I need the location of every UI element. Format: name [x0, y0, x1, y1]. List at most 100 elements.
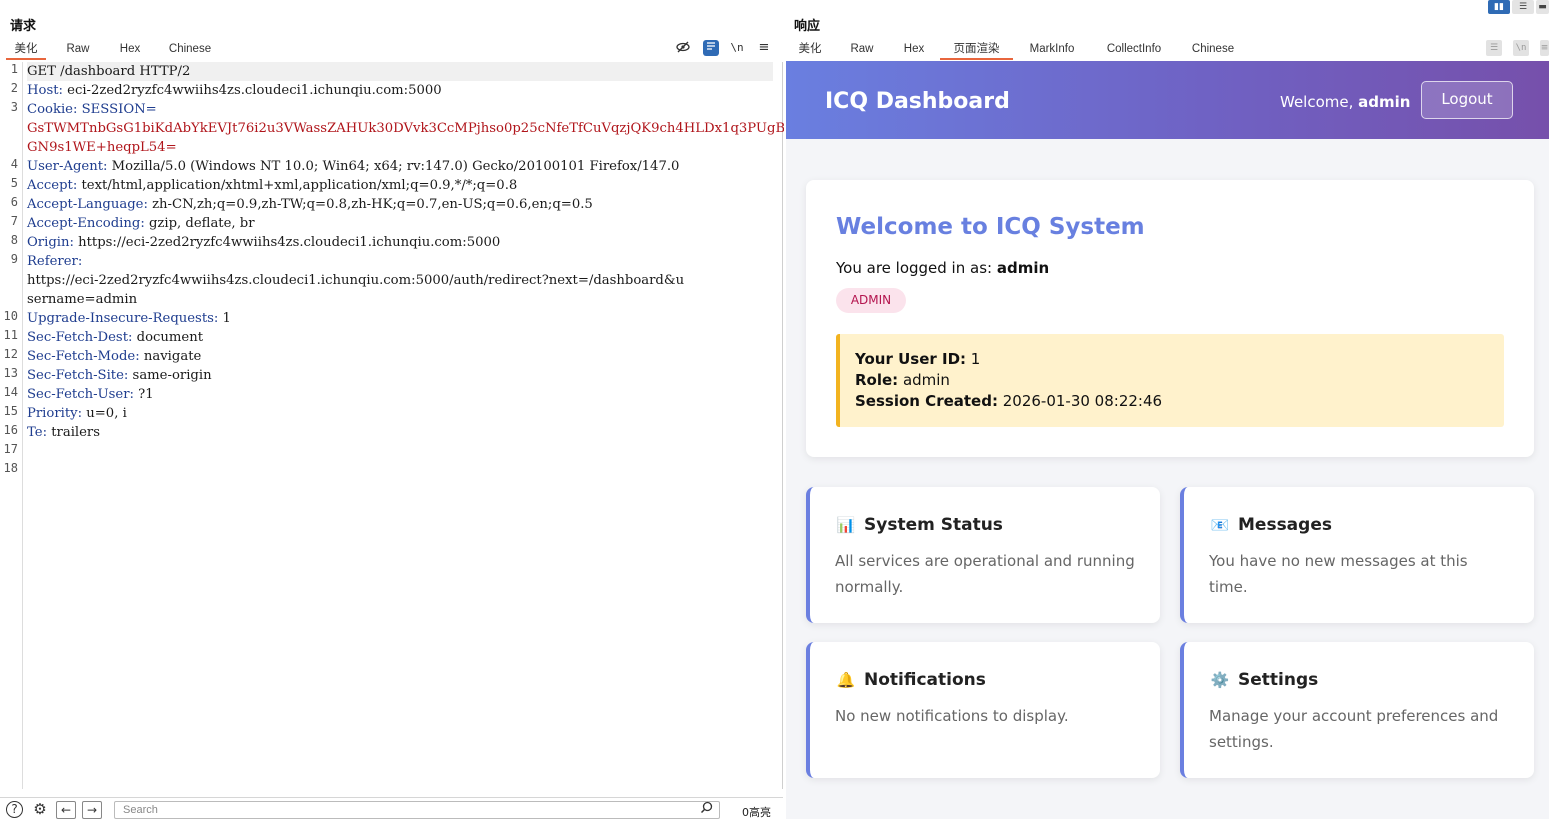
newline-icon[interactable]: \n	[1513, 40, 1529, 56]
gear-icon: ⚙️	[1210, 671, 1230, 689]
newline-icon[interactable]: \n	[729, 40, 745, 56]
header-value: u=0, i	[82, 406, 127, 421]
code-line[interactable]: sername=admin	[27, 290, 137, 309]
code-line[interactable]: Te: trailers	[27, 423, 100, 442]
line-number: 17	[3, 442, 18, 456]
header-value: document	[132, 330, 203, 345]
code-line[interactable]: https://eci-2zed2ryzfc4wwiihs4zs.cloudec…	[27, 271, 684, 290]
logout-button[interactable]: Logout	[1421, 81, 1513, 119]
search-icon[interactable]	[700, 801, 713, 817]
code-line[interactable]: GsTWMTnbGsG1biKdAbYkEVJt76i2u3VWassZAHUk…	[27, 119, 822, 138]
card-title: System Status	[864, 515, 1003, 535]
code-line[interactable]: User-Agent: Mozilla/5.0 (Windows NT 10.0…	[27, 157, 679, 176]
code-line[interactable]: Sec-Fetch-Site: same-origin	[27, 366, 212, 385]
code-line[interactable]: Accept: text/html,application/xhtml+xml,…	[27, 176, 517, 195]
header-value: Mozilla/5.0 (Windows NT 10.0; Win64; x64…	[107, 159, 680, 174]
split-vertical-icon[interactable]: ☰	[1512, 0, 1534, 14]
line-number: 13	[3, 366, 18, 380]
line-number: 5	[10, 176, 18, 190]
line-number: 11	[3, 328, 18, 342]
card-notifications: 🔔 Notifications No new notifications to …	[806, 642, 1160, 778]
header-value: zh-CN,zh;q=0.9,zh-TW;q=0.8,zh-HK;q=0.7,e…	[147, 197, 593, 212]
code-line[interactable]: Sec-Fetch-Mode: navigate	[27, 347, 201, 366]
code-line[interactable]: Cookie: SESSION=	[27, 100, 157, 119]
menu-icon[interactable]: ≡	[1540, 40, 1549, 56]
tab-chinese[interactable]: Chinese	[1186, 38, 1240, 60]
rendered-page: ICQ Dashboard Welcome, admin Logout Welc…	[786, 61, 1549, 819]
role-badge: ADMIN	[836, 288, 906, 313]
header-value: text/html,application/xhtml+xml,applicat…	[77, 178, 518, 193]
tab-chinese[interactable]: Chinese	[164, 38, 216, 60]
welcome-text: Welcome, admin	[1280, 93, 1410, 111]
settings-icon[interactable]: ⚙	[30, 801, 50, 819]
dashboard-brand: ICQ Dashboard	[825, 89, 1010, 114]
code-line[interactable]: Accept-Encoding: gzip, deflate, br	[27, 214, 255, 233]
header-value: SESSION=	[77, 102, 157, 117]
user-id-value: 1	[966, 350, 981, 368]
header-key: GET /dashboard HTTP/2	[27, 64, 191, 79]
tab-beautify[interactable]: 美化	[6, 38, 46, 60]
line-number: 10	[3, 309, 18, 323]
code-line[interactable]: GN9s1WE+heqpL54=	[27, 138, 177, 157]
code-line[interactable]: Priority: u=0, i	[27, 404, 127, 423]
header-key: Origin:	[27, 235, 74, 250]
tab-raw[interactable]: Raw	[60, 38, 96, 60]
eye-off-icon[interactable]	[675, 40, 691, 56]
back-arrow-icon[interactable]: ←	[56, 801, 76, 819]
line-number: 3	[10, 100, 18, 114]
line-number-gutter: 1 2 3 4 5 6 7 8 9 10 11 12 13 14 15 16 17 18	[0, 62, 23, 789]
code-line[interactable]: Accept-Language: zh-CN,zh;q=0.9,zh-TW;q=…	[27, 195, 593, 214]
header-key: Sec-Fetch-Dest:	[27, 330, 133, 345]
request-title: 请求	[10, 19, 37, 34]
header-key: Sec-Fetch-Mode:	[27, 349, 140, 364]
request-editor[interactable]: 1 2 3 4 5 6 7 8 9 10 11 12 13 14 15 16 17 18 GET /dashboa…	[0, 62, 822, 789]
header-key: Host:	[27, 83, 63, 98]
tab-hex[interactable]: Hex	[896, 38, 932, 60]
tab-collectinfo[interactable]: CollectInfo	[1098, 38, 1170, 60]
header-key: Cookie:	[27, 102, 78, 117]
header-value: sername=admin	[27, 292, 138, 307]
menu-icon[interactable]: ≡	[756, 40, 772, 56]
session-line: Session Created: 2026-01-30 08:22:46	[855, 392, 1162, 410]
session-value: 2026-01-30 08:22:46	[997, 392, 1163, 410]
line-number: 1	[10, 62, 18, 76]
request-tab-bar: 美化 Raw Hex Chinese \n ≡	[0, 38, 783, 60]
split-horizontal-icon[interactable]: ▮▮	[1488, 0, 1510, 14]
line-number: 4	[10, 157, 18, 171]
code-line[interactable]: Upgrade-Insecure-Requests: 1	[27, 309, 231, 328]
wrap-icon[interactable]: ☰	[1486, 40, 1502, 56]
search-input[interactable]: Search	[114, 801, 720, 819]
wrap-icon[interactable]	[703, 40, 719, 56]
code-line[interactable]: Origin: https://eci-2zed2ryzfc4wwiihs4zs…	[27, 233, 500, 252]
user-id-line: Your User ID: 1	[855, 350, 980, 368]
bell-icon: 🔔	[836, 671, 856, 689]
help-icon[interactable]: ?	[6, 801, 23, 818]
code-line[interactable]: Host: eci-2zed2ryzfc4wwiihs4zs.cloudeci1…	[27, 81, 442, 100]
tab-hex[interactable]: Hex	[112, 38, 148, 60]
tab-raw[interactable]: Raw	[844, 38, 880, 60]
line-number: 7	[10, 214, 18, 228]
header-key: Te:	[27, 425, 48, 440]
header-key: Upgrade-Insecure-Requests:	[27, 311, 219, 326]
card-system-status: 📊 System Status All services are operati…	[806, 487, 1160, 623]
code-line[interactable]: Referer:	[27, 252, 82, 271]
code-line[interactable]: Sec-Fetch-Dest: document	[27, 328, 203, 347]
header-key: Sec-Fetch-User:	[27, 387, 134, 402]
code-line[interactable]: GET /dashboard HTTP/2	[27, 62, 773, 81]
tab-markinfo[interactable]: MarkInfo	[1022, 38, 1082, 60]
role-label: Role:	[855, 371, 899, 389]
header-value: https://eci-2zed2ryzfc4wwiihs4zs.cloudec…	[73, 235, 501, 250]
welcome-prefix: Welcome,	[1280, 93, 1359, 111]
tab-beautify[interactable]: 美化	[792, 38, 828, 60]
code-line[interactable]: Sec-Fetch-User: ?1	[27, 385, 154, 404]
card-settings: ⚙️ Settings Manage your account preferen…	[1180, 642, 1534, 778]
single-pane-icon[interactable]: ▬	[1536, 0, 1549, 14]
welcome-card: Welcome to ICQ System You are logged in …	[806, 180, 1534, 457]
header-value: GsTWMTnbGsG1biKdAbYkEVJt76i2u3VWassZAHUk…	[27, 121, 822, 136]
forward-arrow-icon[interactable]: →	[82, 801, 102, 819]
card-text: No new notifications to display.	[835, 707, 1069, 725]
header-value: 1	[218, 311, 231, 326]
line-number: 8	[10, 233, 18, 247]
header-key: Referer:	[27, 254, 83, 269]
tab-page-render[interactable]: 页面渲染	[940, 38, 1013, 60]
